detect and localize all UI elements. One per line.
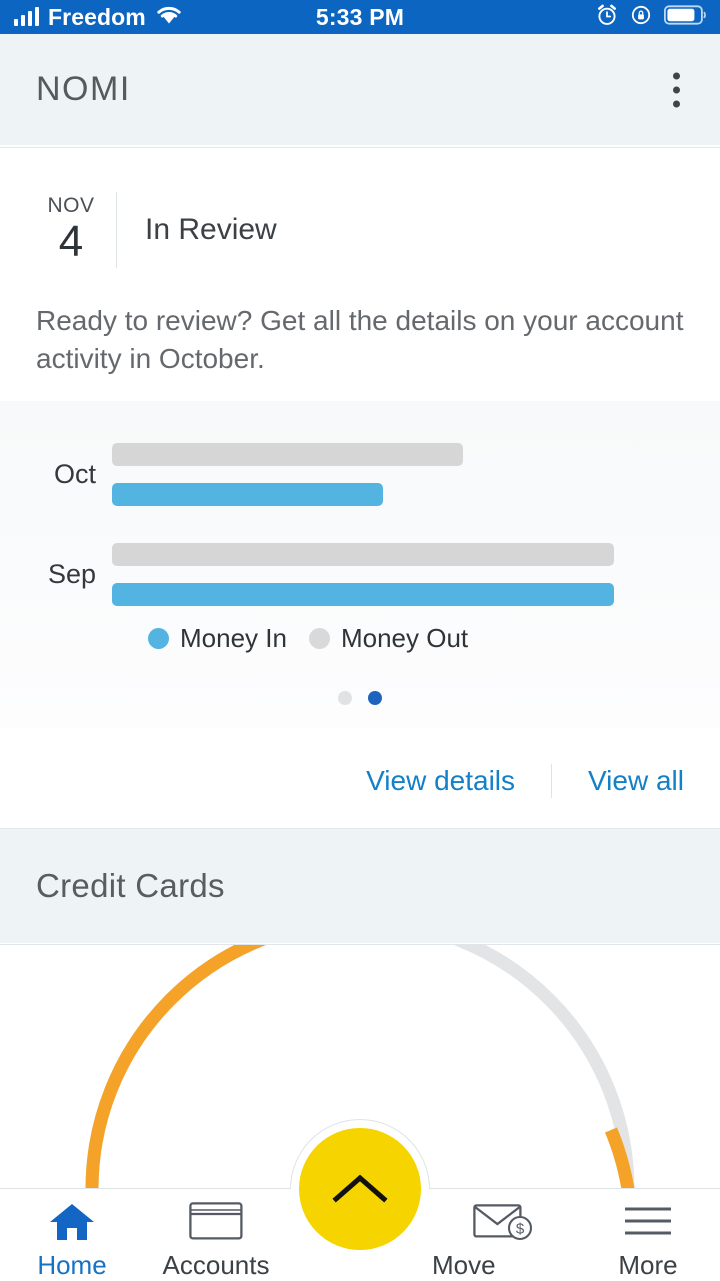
view-details-link[interactable]: View details xyxy=(366,765,515,797)
page-dot-2[interactable] xyxy=(368,691,382,705)
view-all-link[interactable]: View all xyxy=(588,765,684,797)
nav-label: Home xyxy=(37,1250,107,1280)
legend-swatch-icon xyxy=(308,628,330,649)
credit-cards-section-header: Credit Cards xyxy=(0,828,720,943)
svg-text:$: $ xyxy=(516,1221,525,1238)
legend-item-money-out: Money Out xyxy=(308,623,469,654)
card-actions: View details View all xyxy=(0,735,720,827)
chart-row: Oct xyxy=(0,443,672,506)
bar-money-in xyxy=(112,483,384,506)
date-month: NOV xyxy=(47,194,95,217)
bar-money-out xyxy=(112,543,614,566)
legend-label: Money Out xyxy=(340,623,469,653)
nav-label: Move Money xyxy=(432,1250,496,1280)
date-badge: NOV 4 xyxy=(36,194,106,266)
nomi-insight-card[interactable]: NOV 4 In Review Ready to review? Get all… xyxy=(0,147,720,728)
quick-actions-fab[interactable] xyxy=(299,1128,421,1250)
status-bar: Freedom 5:33 PM xyxy=(0,0,720,34)
app-root: Freedom 5:33 PM NOMI NOV 4 In Review Rea… xyxy=(0,0,720,1281)
legend-label: Money In xyxy=(180,623,287,653)
home-icon xyxy=(48,1201,96,1241)
chevron-up-icon xyxy=(332,1174,388,1203)
chart-legend: Money In Money Out xyxy=(148,623,468,654)
carousel-pagination[interactable] xyxy=(0,691,720,705)
chart-row: Sep xyxy=(0,543,672,606)
nav-item-more[interactable]: More xyxy=(576,1189,720,1281)
nav-item-move-money[interactable]: $ Move Money xyxy=(432,1189,576,1281)
divider xyxy=(551,764,553,798)
app-header: NOMI xyxy=(0,34,720,145)
nav-label: Accounts xyxy=(162,1250,270,1280)
bar-stack xyxy=(112,443,672,506)
alarm-clock-icon xyxy=(596,4,618,31)
insight-title: In Review xyxy=(145,213,277,246)
divider xyxy=(116,192,117,268)
page-dot-1[interactable] xyxy=(338,691,352,705)
nav-item-accounts[interactable]: Accounts xyxy=(144,1189,288,1281)
rotation-lock-icon xyxy=(630,4,652,31)
envelope-dollar-icon: $ xyxy=(473,1201,535,1241)
bar-money-out xyxy=(112,443,464,466)
money-in-out-chart[interactable]: Oct Sep Money In Money Out xyxy=(0,401,720,728)
legend-item-money-in: Money In xyxy=(148,623,287,654)
credit-card-icon xyxy=(189,1201,243,1241)
hamburger-menu-icon xyxy=(623,1201,673,1241)
insight-body: Ready to review? Get all the details on … xyxy=(36,305,684,374)
page-title: NOMI xyxy=(36,70,131,108)
bar-stack xyxy=(112,543,672,606)
battery-icon xyxy=(663,4,708,31)
nav-label: More xyxy=(618,1250,678,1280)
nav-item-home[interactable]: Home xyxy=(0,1189,144,1281)
bar-money-in xyxy=(112,583,614,606)
status-bar-right xyxy=(596,4,708,31)
review-header: NOV 4 In Review xyxy=(0,148,720,268)
chart-category-label: Sep xyxy=(47,559,96,589)
legend-swatch-icon xyxy=(148,628,169,649)
date-day: 4 xyxy=(58,217,84,266)
kebab-menu-icon[interactable] xyxy=(665,64,688,115)
section-title: Credit Cards xyxy=(36,867,225,904)
chart-category-label: Oct xyxy=(53,459,96,489)
